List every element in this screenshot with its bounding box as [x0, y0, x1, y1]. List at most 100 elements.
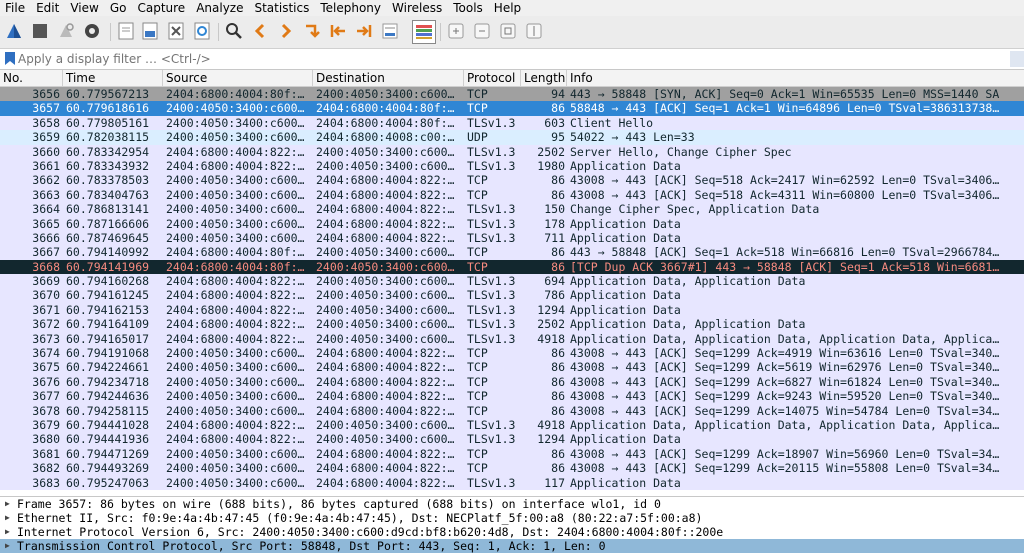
- save-file-icon[interactable]: [140, 21, 160, 41]
- column-header-time[interactable]: Time: [63, 70, 163, 86]
- apply-filter-button[interactable]: [1010, 51, 1024, 67]
- packet-row[interactable]: 3682 60.794493269 2400:4050:3400:c600… 2404…: [0, 461, 1024, 476]
- packet-row[interactable]: 3659 60.782038115 2400:4050:3400:c600… 2404…: [0, 130, 1024, 145]
- packet-cell-dst: 2400:4050:3400:c600…: [316, 274, 455, 289]
- packet-cell-no: 3682: [32, 461, 60, 476]
- packet-cell-proto: TLSv1.3: [467, 230, 516, 245]
- column-header-source[interactable]: Source: [163, 70, 313, 86]
- packet-row[interactable]: 3660 60.783342954 2404:6800:4004:822:… 2400…: [0, 144, 1024, 159]
- packet-row[interactable]: 3666 60.787469645 2400:4050:3400:c600… 2404…: [0, 230, 1024, 246]
- packet-row[interactable]: 3683 60.795247063 2400:4050:3400:c600… 2404…: [0, 475, 1024, 490]
- packet-row[interactable]: 3665 60.787166606 2400:4050:3400:c600… 2404…: [0, 216, 1024, 231]
- packet-cell-no: 3671: [32, 302, 60, 317]
- packet-cell-no: 3657: [32, 101, 60, 116]
- packet-row[interactable]: 3670 60.794161245 2404:6800:4004:822:… 2400…: [0, 288, 1024, 303]
- packet-row[interactable]: 3675 60.794224661 2400:4050:3400:c600… 2404…: [0, 360, 1024, 375]
- packet-row[interactable]: 3656 60.779567213 2404:6800:4004:80f:… 2400…: [0, 87, 1024, 102]
- packet-row[interactable]: 3658 60.779805161 2400:4050:3400:c600… 2404…: [0, 115, 1024, 131]
- menu-telephony[interactable]: Telephony: [315, 0, 387, 16]
- packet-cell-time: 60.787166606: [66, 216, 150, 231]
- packet-row[interactable]: 3678 60.794258115 2400:4050:3400:c600… 2404…: [0, 403, 1024, 418]
- packet-cell-info: Application Data: [570, 158, 681, 173]
- column-header-no[interactable]: No.: [0, 70, 63, 86]
- detail-tree-item[interactable]: ▶ Transmission Control Protocol, Src Port…: [0, 539, 1024, 553]
- packet-cell-no: 3658: [32, 115, 60, 130]
- expand-arrow-icon[interactable]: ▶: [5, 511, 10, 525]
- menu-capture[interactable]: Capture: [132, 0, 191, 16]
- menu-statistics[interactable]: Statistics: [249, 0, 315, 16]
- go-last-packet-icon[interactable]: [354, 21, 374, 41]
- menu-tools[interactable]: Tools: [448, 0, 489, 16]
- autoscroll-icon[interactable]: [380, 21, 400, 41]
- packet-row[interactable]: 3672 60.794164109 2404:6800:4004:822:… 2400…: [0, 317, 1024, 332]
- packet-row[interactable]: 3677 60.794244636 2400:4050:3400:c600… 2404…: [0, 389, 1024, 404]
- column-header-length[interactable]: Length: [521, 70, 567, 86]
- find-packet-search-icon[interactable]: [224, 21, 244, 41]
- packet-row[interactable]: 3657 60.779618616 2400:4050:3400:c600… 2404…: [0, 101, 1024, 116]
- stop-capture-icon[interactable]: [30, 21, 50, 41]
- packet-cell-time: 60.794165017: [66, 331, 150, 346]
- packet-row[interactable]: 3676 60.794234718 2400:4050:3400:c600… 2404…: [0, 374, 1024, 390]
- start-capture-fin-icon[interactable]: [4, 21, 24, 41]
- menu-view[interactable]: View: [65, 0, 104, 16]
- colorize-packet-list-icon[interactable]: [412, 20, 436, 44]
- packet-cell-dst: 2404:6800:4004:822:…: [316, 374, 455, 389]
- open-file-icon[interactable]: [116, 21, 136, 41]
- menu-go[interactable]: Go: [105, 0, 133, 16]
- menu-analyze[interactable]: Analyze: [191, 0, 249, 16]
- packet-row[interactable]: 3664 60.786813141 2400:4050:3400:c600… 2404…: [0, 202, 1024, 217]
- packet-cell-no: 3664: [32, 202, 60, 217]
- packet-row[interactable]: 3679 60.794441028 2404:6800:4004:822:… 2400…: [0, 417, 1024, 433]
- column-header-info[interactable]: Info: [567, 70, 1024, 86]
- packet-cell-dst: 2404:6800:4004:822:…: [316, 187, 455, 202]
- expand-arrow-icon[interactable]: ▶: [5, 497, 10, 511]
- normal-size-icon[interactable]: [498, 21, 518, 41]
- packet-row[interactable]: 3680 60.794441936 2404:6800:4004:822:… 2400…: [0, 432, 1024, 447]
- packet-row[interactable]: 3663 60.783404763 2400:4050:3400:c600… 2404…: [0, 187, 1024, 203]
- packet-cell-proto: TLSv1.3: [467, 115, 516, 130]
- zoom-in-icon[interactable]: [446, 21, 466, 41]
- detail-tree-item[interactable]: ▶ Ethernet II, Src: f0:9e:4a:4b:47:45 (f0…: [0, 511, 1024, 525]
- packet-cell-dst: 2400:4050:3400:c600…: [316, 259, 455, 274]
- detail-tree-item[interactable]: ▶ Internet Protocol Version 6, Src: 2400:…: [0, 525, 1024, 539]
- expand-arrow-icon[interactable]: ▶: [5, 539, 10, 553]
- restart-capture-icon[interactable]: [56, 21, 76, 41]
- resize-columns-icon[interactable]: [524, 21, 544, 41]
- bookmark-filter-icon[interactable]: [4, 52, 16, 65]
- packet-row[interactable]: 3681 60.794471269 2400:4050:3400:c600… 2404…: [0, 446, 1024, 462]
- packet-cell-info: 43008 → 443 [ACK] Seq=1299 Ack=4919 Win=…: [570, 346, 1000, 361]
- go-forward-arrow-icon[interactable]: [276, 21, 296, 41]
- packet-row[interactable]: 3667 60.794140992 2404:6800:4004:80f:… 2400…: [0, 245, 1024, 260]
- packet-cell-proto: TCP: [467, 187, 488, 202]
- packet-row[interactable]: 3669 60.794160268 2404:6800:4004:822:… 2400…: [0, 274, 1024, 289]
- packet-row[interactable]: 3674 60.794191068 2400:4050:3400:c600… 2404…: [0, 346, 1024, 361]
- capture-options-gear-icon[interactable]: [82, 21, 102, 41]
- go-back-arrow-icon[interactable]: [250, 21, 270, 41]
- menu-edit[interactable]: Edit: [31, 0, 65, 16]
- packet-row[interactable]: 3668 60.794141969 2404:6800:4004:80f:… 2400…: [0, 259, 1024, 275]
- menu-wireless[interactable]: Wireless: [387, 0, 448, 16]
- reload-file-icon[interactable]: [192, 21, 212, 41]
- packet-cell-proto: TCP: [467, 173, 488, 188]
- packet-cell-time: 60.779618616: [66, 101, 150, 116]
- menu-file[interactable]: File: [0, 0, 31, 16]
- packet-row[interactable]: 3671 60.794162153 2404:6800:4004:822:… 2400…: [0, 302, 1024, 318]
- close-file-icon[interactable]: [166, 21, 186, 41]
- packet-row[interactable]: 3673 60.794165017 2404:6800:4004:822:… 2400…: [0, 331, 1024, 347]
- packet-cell-proto: TCP: [467, 87, 488, 101]
- packet-cell-no: 3676: [32, 374, 60, 389]
- column-header-destination[interactable]: Destination: [313, 70, 464, 86]
- packet-cell-src: 2400:4050:3400:c600…: [166, 346, 305, 361]
- expand-arrow-icon[interactable]: ▶: [5, 525, 10, 539]
- packet-row[interactable]: 3661 60.783343932 2404:6800:4004:822:… 2400…: [0, 158, 1024, 174]
- go-to-packet-icon[interactable]: [302, 21, 322, 41]
- zoom-out-icon[interactable]: [472, 21, 492, 41]
- packet-list[interactable]: No. Time Source Destination Protocol Len…: [0, 70, 1024, 490]
- display-filter-input[interactable]: [18, 50, 1008, 67]
- packet-cell-src: 2404:6800:4004:80f:…: [166, 87, 305, 101]
- detail-tree-item[interactable]: ▶ Frame 3657: 86 bytes on wire (688 bits)…: [0, 497, 1024, 511]
- packet-row[interactable]: 3662 60.783378503 2400:4050:3400:c600… 2404…: [0, 173, 1024, 188]
- column-header-protocol[interactable]: Protocol: [464, 70, 521, 86]
- go-first-packet-icon[interactable]: [328, 21, 348, 41]
- menu-help[interactable]: Help: [489, 0, 527, 16]
